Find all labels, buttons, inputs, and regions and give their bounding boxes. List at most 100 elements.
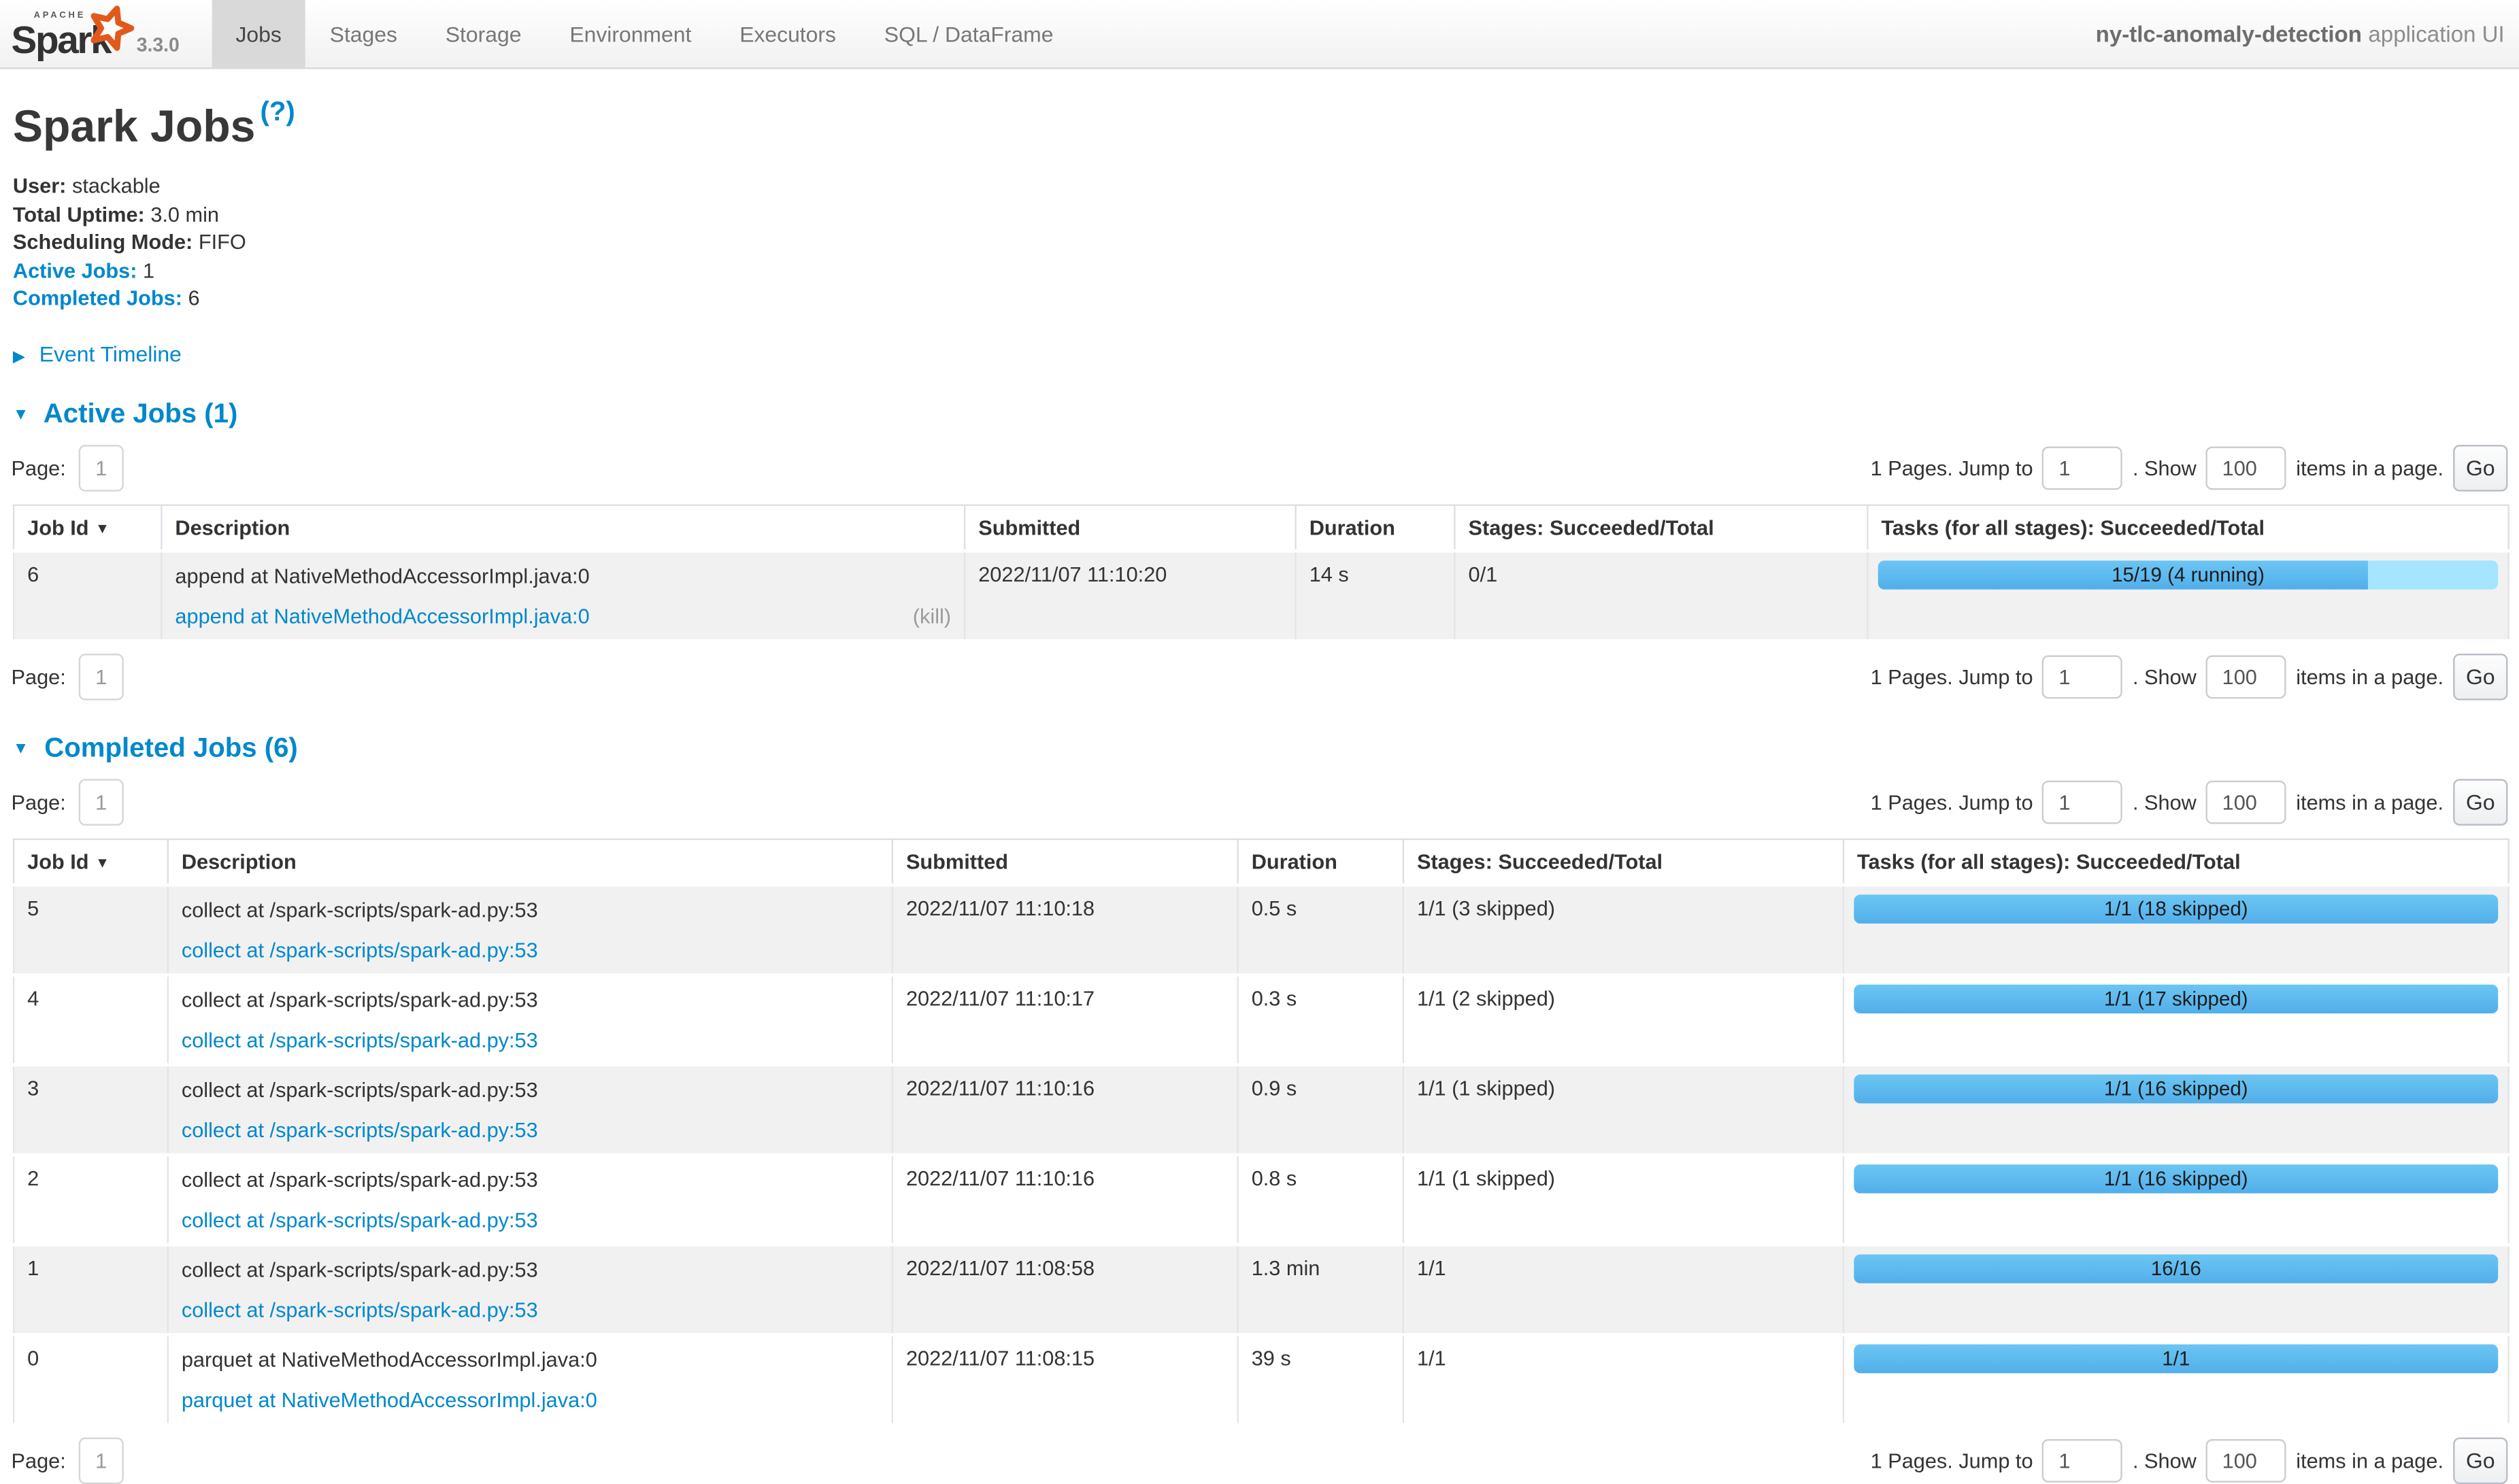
spark-version-label: 3.3.0 <box>137 34 180 61</box>
tasks-progress-bar: 1/1 (18 skipped) <box>1854 894 2498 924</box>
tab-environment[interactable]: Environment <box>546 0 716 67</box>
page-number-button[interactable]: 1 <box>79 779 124 825</box>
col-tasks[interactable]: Tasks (for all stages): Succeeded/Total <box>1867 505 2508 551</box>
page-label: Page: <box>12 665 66 689</box>
items-text: items in a page. <box>2296 790 2443 814</box>
job-detail-link[interactable]: collect at /spark-scripts/spark-ad.py:53 <box>182 937 538 964</box>
job-detail-link[interactable]: collect at /spark-scripts/spark-ad.py:53 <box>182 1116 538 1143</box>
submitted-cell: 2022/11/07 11:10:17 <box>893 975 1238 1064</box>
pages-text: 1 Pages. Jump to <box>1871 456 2033 480</box>
show-text: . Show <box>2133 456 2197 480</box>
tasks-cell: 1/1 (17 skipped) <box>1844 975 2509 1064</box>
job-id-cell: 0 <box>14 1334 168 1423</box>
job-detail-link[interactable]: append at NativeMethodAccessorImpl.java:… <box>175 603 589 630</box>
items-per-page-input[interactable] <box>2206 781 2286 824</box>
jump-to-input[interactable] <box>2043 1439 2123 1483</box>
col-job-id[interactable]: Job Id▼ <box>14 839 168 885</box>
job-detail-link[interactable]: collect at /spark-scripts/spark-ad.py:53 <box>182 1026 538 1053</box>
jump-to-input[interactable] <box>2043 447 2123 490</box>
col-description[interactable]: Description <box>168 839 893 885</box>
items-text: items in a page. <box>2296 665 2443 689</box>
col-stages[interactable]: Stages: Succeeded/Total <box>1403 839 1844 885</box>
spark-ui-page: APACHE Spark 3.3.0 Jobs Stages Storage E… <box>0 0 2519 1319</box>
page-title: Spark Jobs(?) <box>13 97 2508 153</box>
page-number-button[interactable]: 1 <box>79 445 124 491</box>
spark-star-icon <box>85 3 137 52</box>
show-text: . Show <box>2133 1449 2197 1472</box>
tab-jobs[interactable]: Jobs <box>212 0 305 67</box>
col-submitted[interactable]: Submitted <box>893 839 1238 885</box>
summary-user: User: stackable <box>13 175 2508 196</box>
tab-storage[interactable]: Storage <box>421 0 546 67</box>
description-cell: collect at /spark-scripts/spark-ad.py:53… <box>168 1155 893 1245</box>
items-per-page-input[interactable] <box>2206 447 2286 490</box>
col-job-id[interactable]: Job Id▼ <box>14 505 161 551</box>
summary-scheduling-mode: Scheduling Mode: FIFO <box>13 231 2508 252</box>
event-timeline-toggle[interactable]: ▶ Event Timeline <box>13 342 2508 366</box>
stages-cell: 1/1 (3 skipped) <box>1403 885 1844 975</box>
tasks-progress-bar: 1/1 (17 skipped) <box>1854 985 2498 1014</box>
tasks-cell: 15/19 (4 running) <box>1867 551 2508 639</box>
col-submitted[interactable]: Submitted <box>965 505 1295 551</box>
tab-executors[interactable]: Executors <box>716 0 861 67</box>
tab-stages[interactable]: Stages <box>305 0 421 67</box>
summary-active-jobs-link[interactable]: Active Jobs: 1 <box>13 259 2508 280</box>
col-tasks[interactable]: Tasks (for all stages): Succeeded/Total <box>1844 839 2509 885</box>
active-jobs-pagination-top: Page: 1 1 Pages. Jump to . Show items in… <box>12 445 2508 491</box>
expanded-arrow-icon: ▼ <box>13 741 29 758</box>
active-jobs-header[interactable]: ▼ Active Jobs (1) <box>13 399 2508 431</box>
job-detail-link[interactable]: collect at /spark-scripts/spark-ad.py:53 <box>182 1296 538 1323</box>
description-cell: collect at /spark-scripts/spark-ad.py:53… <box>168 885 893 975</box>
sort-desc-icon: ▼ <box>95 854 110 871</box>
progress-label: 1/1 (17 skipped) <box>1854 985 2498 1014</box>
pages-text: 1 Pages. Jump to <box>1871 1449 2033 1472</box>
col-duration[interactable]: Duration <box>1296 505 1455 551</box>
job-detail-link[interactable]: collect at /spark-scripts/spark-ad.py:53 <box>182 1207 538 1234</box>
items-text: items in a page. <box>2296 1449 2443 1472</box>
completed-jobs-header[interactable]: ▼ Completed Jobs (6) <box>13 732 2508 764</box>
duration-cell: 0.9 s <box>1238 1065 1403 1155</box>
job-detail-link[interactable]: parquet at NativeMethodAccessorImpl.java… <box>182 1386 597 1413</box>
application-name: ny-tlc-anomaly-detection <box>2096 21 2362 47</box>
submitted-cell: 2022/11/07 11:10:16 <box>893 1155 1238 1245</box>
col-description[interactable]: Description <box>161 505 965 551</box>
page-label: Page: <box>12 790 66 814</box>
items-per-page-input[interactable] <box>2206 1439 2286 1483</box>
page-label: Page: <box>12 1449 66 1472</box>
completed-jobs-pagination-top: Page: 1 1 Pages. Jump to . Show items in… <box>12 779 2508 825</box>
show-text: . Show <box>2133 790 2197 814</box>
go-button[interactable]: Go <box>2453 445 2507 491</box>
page-number-button[interactable]: 1 <box>79 1438 124 1484</box>
progress-label: 16/16 <box>1854 1254 2498 1283</box>
summary-completed-jobs-link[interactable]: Completed Jobs: 6 <box>13 288 2508 309</box>
go-button[interactable]: Go <box>2453 1438 2507 1484</box>
tasks-cell: 1/1 (16 skipped) <box>1844 1155 2509 1245</box>
tasks-cell: 1/1 <box>1844 1334 2509 1423</box>
jump-to-input[interactable] <box>2043 656 2123 699</box>
go-button[interactable]: Go <box>2453 654 2507 700</box>
items-text: items in a page. <box>2296 456 2443 480</box>
completed-jobs-pagination-bottom: Page: 1 1 Pages. Jump to . Show items in… <box>12 1438 2508 1484</box>
active-job-row: 6 append at NativeMethodAccessorImpl.jav… <box>14 551 2509 639</box>
pages-text: 1 Pages. Jump to <box>1871 665 2033 689</box>
jump-to-input[interactable] <box>2043 781 2123 824</box>
col-duration[interactable]: Duration <box>1238 839 1403 885</box>
application-title: ny-tlc-anomaly-detection application UI <box>2096 0 2505 67</box>
tasks-progress-bar: 1/1 (16 skipped) <box>1854 1075 2498 1104</box>
stages-cell: 1/1 (1 skipped) <box>1403 1065 1844 1155</box>
go-button[interactable]: Go <box>2453 779 2507 825</box>
tasks-progress-bar: 16/16 <box>1854 1254 2498 1283</box>
items-per-page-input[interactable] <box>2206 656 2286 699</box>
submitted-cell: 2022/11/07 11:08:58 <box>893 1245 1238 1334</box>
kill-link[interactable]: (kill) <box>913 603 951 630</box>
tab-sql-dataframe[interactable]: SQL / DataFrame <box>860 0 1078 67</box>
spark-logo-block: APACHE Spark 3.3.0 <box>12 0 202 67</box>
tasks-cell: 1/1 (16 skipped) <box>1844 1065 2509 1155</box>
active-jobs-table: Job Id▼ Description Submitted Duration S… <box>13 505 2509 639</box>
col-stages[interactable]: Stages: Succeeded/Total <box>1454 505 1867 551</box>
progress-label: 1/1 (16 skipped) <box>1854 1164 2498 1194</box>
progress-label: 1/1 (18 skipped) <box>1854 894 2498 924</box>
page-number-button[interactable]: 1 <box>79 654 124 700</box>
sort-desc-icon: ▼ <box>95 520 110 537</box>
help-link[interactable]: (?) <box>260 97 295 127</box>
